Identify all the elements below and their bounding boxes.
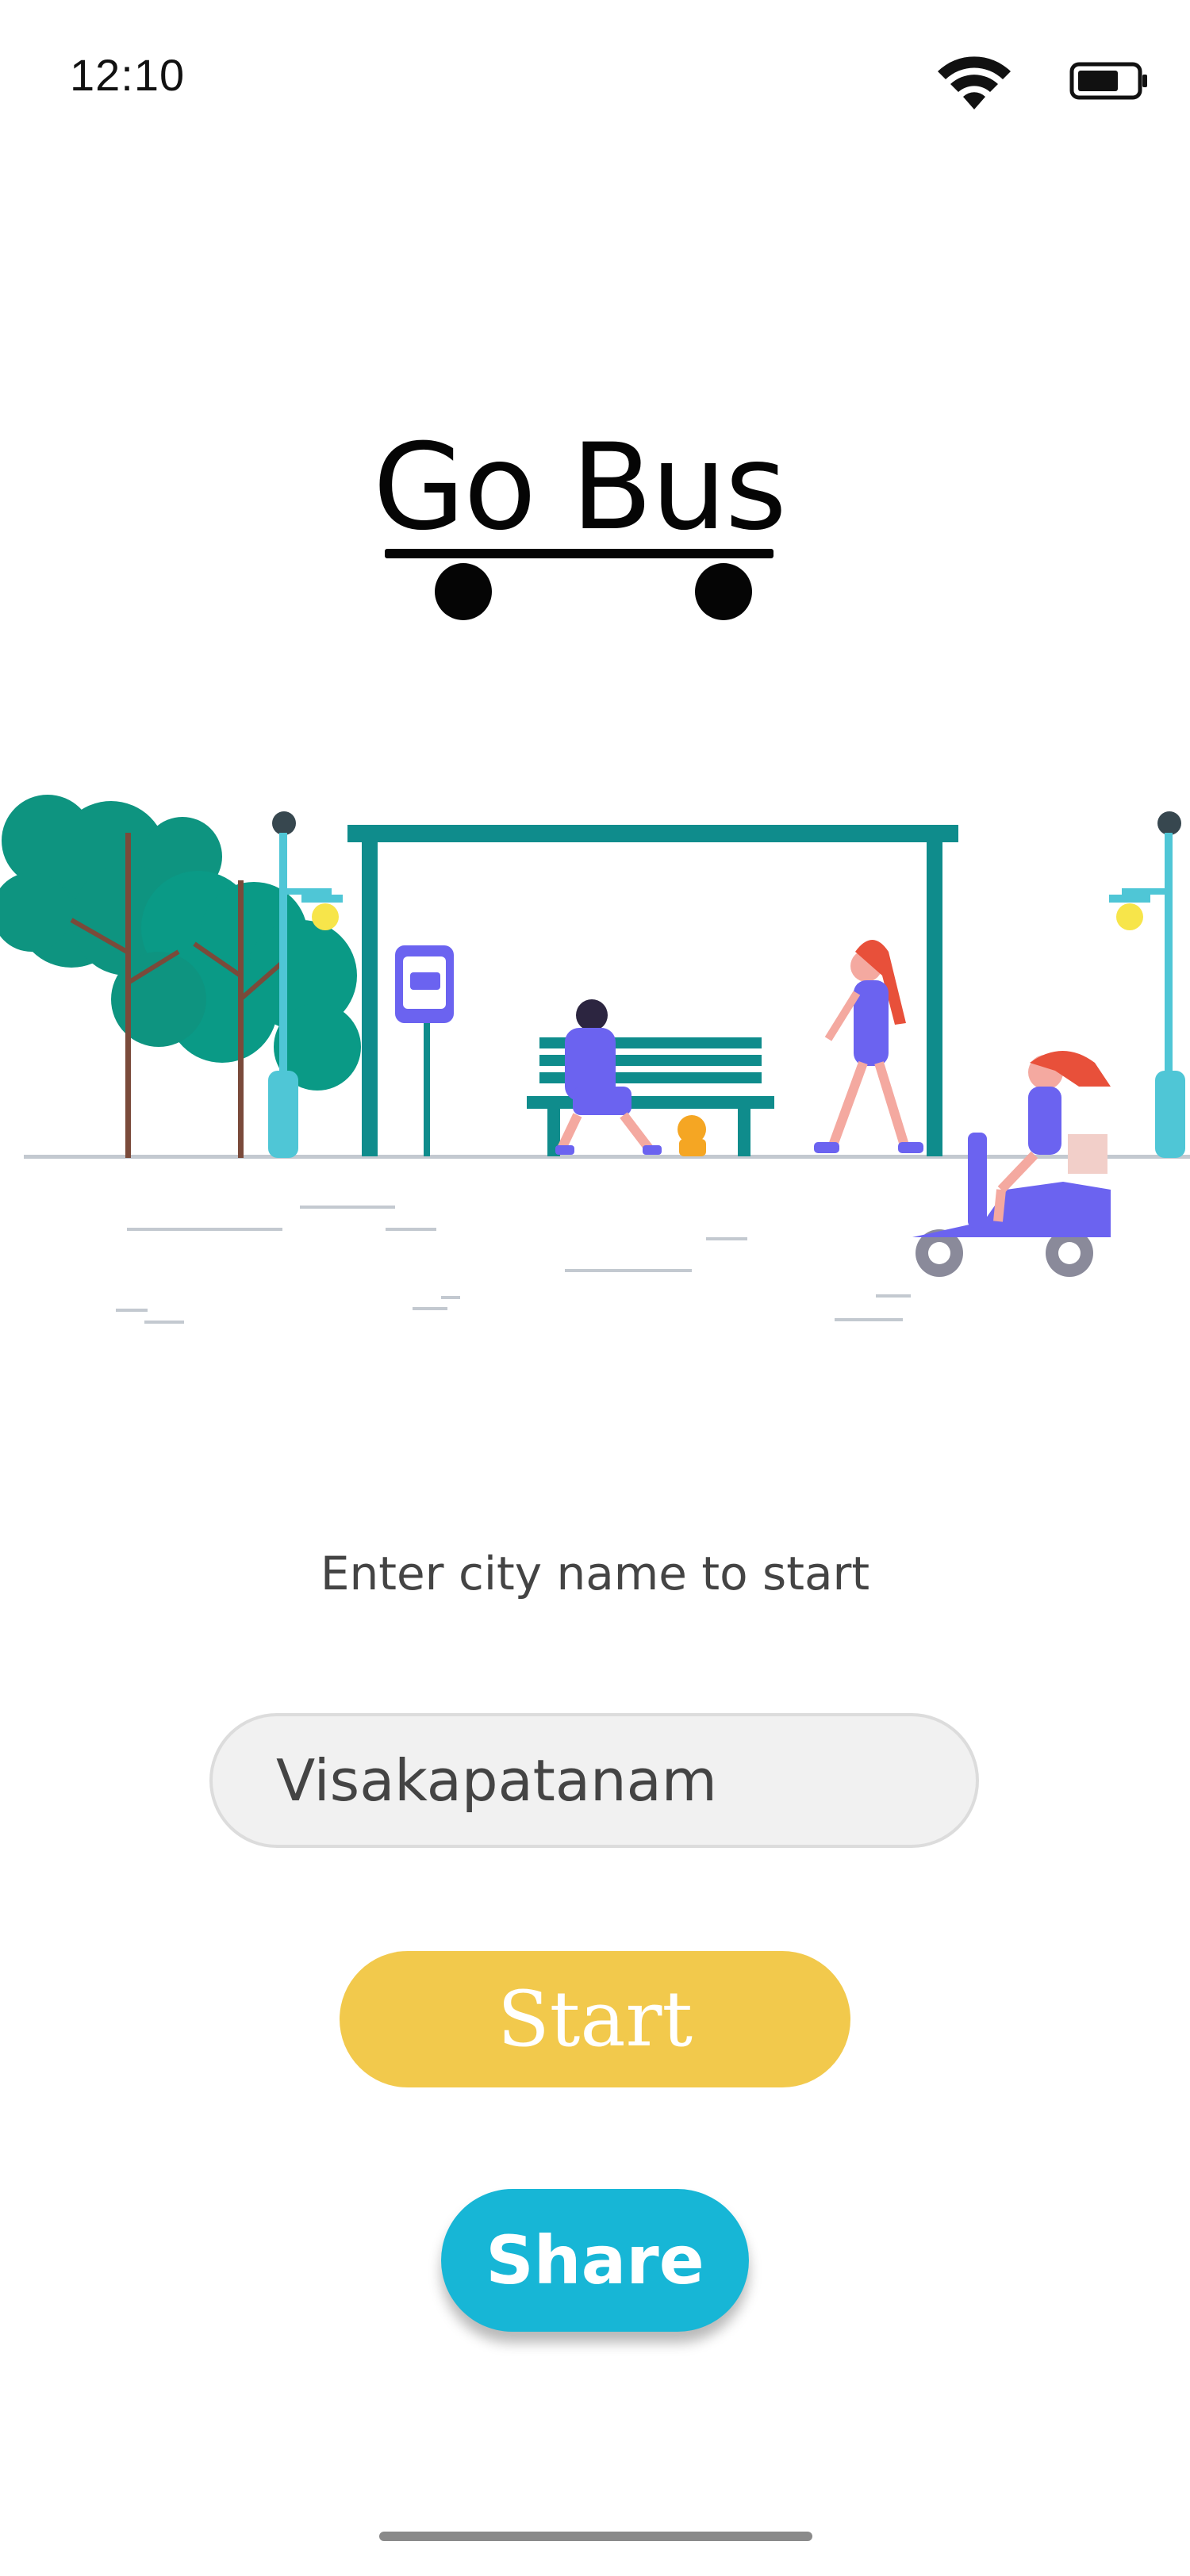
- logo-underline: [385, 549, 774, 558]
- street-lamp-right: [1109, 811, 1185, 1158]
- home-indicator[interactable]: [379, 2532, 812, 2541]
- bus-stop-illustration: [0, 795, 1190, 1324]
- logo-text: Go Bus: [373, 419, 787, 557]
- start-button[interactable]: Start: [340, 1951, 850, 2087]
- trees: [0, 795, 361, 1158]
- logo-wheel-right: [695, 563, 752, 620]
- wifi-icon: [938, 56, 1011, 109]
- app-logo: Go Bus: [365, 420, 793, 642]
- battery-icon: [1069, 62, 1147, 100]
- walking-person: [814, 940, 923, 1153]
- dog: [678, 1115, 706, 1156]
- share-button[interactable]: Share: [441, 2189, 749, 2332]
- ground-line: [24, 1155, 1190, 1159]
- status-time: 12:10: [70, 50, 186, 100]
- logo-wheel-left: [435, 563, 492, 620]
- status-bar: 12:10: [0, 0, 1190, 159]
- bus-stop-sign: [395, 945, 454, 1156]
- road-markings: [116, 1206, 911, 1324]
- city-input[interactable]: [209, 1713, 979, 1848]
- prompt-text: Enter city name to start: [320, 1547, 870, 1600]
